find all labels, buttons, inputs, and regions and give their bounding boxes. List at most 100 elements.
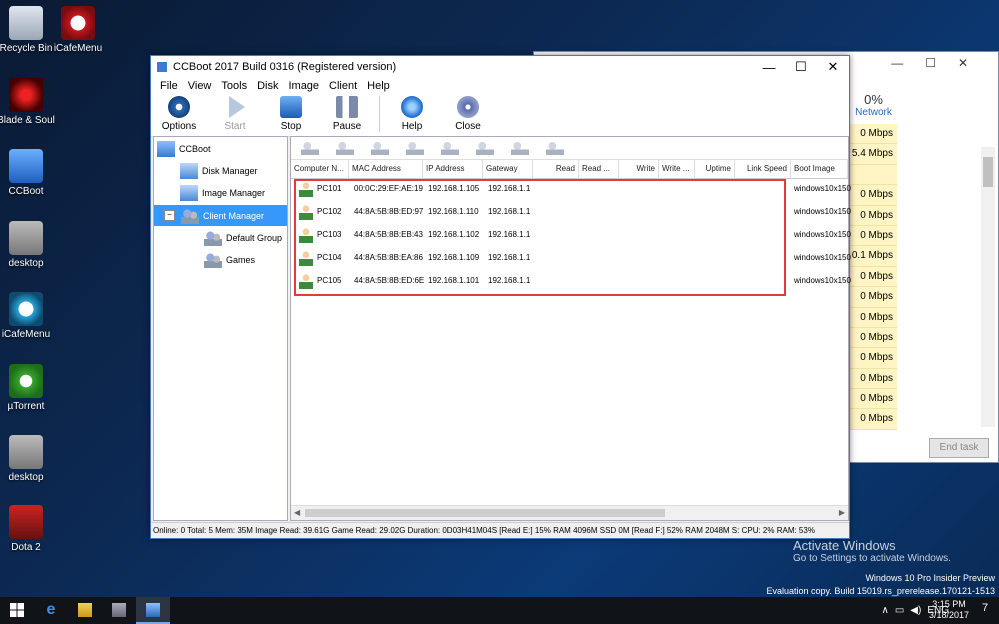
- users-icon: [181, 207, 199, 224]
- column-header[interactable]: MAC Address: [349, 160, 423, 178]
- start-button-windows[interactable]: [0, 597, 34, 624]
- network-cell: 0.1 Mbps: [850, 246, 897, 267]
- scroll-right-icon[interactable]: ▶: [839, 508, 845, 517]
- column-header[interactable]: Link Speed: [735, 160, 791, 178]
- tree-item-image-manager[interactable]: Image Manager: [180, 185, 265, 201]
- play-icon: [229, 96, 245, 118]
- wake-client-icon[interactable]: [511, 141, 529, 155]
- desktop-icon-desktop-1[interactable]: desktop: [0, 221, 56, 269]
- maximize-button[interactable]: ☐: [785, 59, 817, 75]
- desktop-icon-dota2[interactable]: Dota 2: [0, 505, 56, 553]
- minimize-button[interactable]: —: [753, 60, 785, 75]
- scroll-thumb[interactable]: [305, 509, 665, 517]
- desktop-icon-utorrent[interactable]: µTorrent: [0, 364, 56, 412]
- task-manager-window-controls[interactable]: —☐✕: [891, 56, 990, 70]
- activation-watermark: Activate Windows Go to Settings to activ…: [793, 538, 951, 564]
- edit-client-icon[interactable]: [336, 141, 354, 155]
- menu-client[interactable]: Client: [324, 78, 362, 94]
- volume-icon[interactable]: ◀): [910, 605, 921, 616]
- image-icon: [180, 185, 198, 201]
- tree-item-games[interactable]: Games: [204, 252, 255, 268]
- column-header[interactable]: Gateway: [483, 160, 533, 178]
- delete-client-icon[interactable]: [371, 141, 389, 155]
- column-header[interactable]: Read: [533, 160, 579, 178]
- options-button[interactable]: Options: [151, 96, 207, 132]
- client-panel: Computer N... MAC Address IP Address Gat…: [290, 136, 851, 521]
- network-header[interactable]: Network: [850, 107, 897, 118]
- cell-boot-image: windows10x150: [794, 184, 851, 193]
- network-cell: 0 Mbps: [850, 225, 897, 247]
- title-bar[interactable]: CCBoot 2017 Build 0316 (Registered versi…: [151, 56, 849, 78]
- shutdown-client-icon[interactable]: [546, 141, 564, 155]
- taskbar-edge[interactable]: e: [34, 597, 68, 624]
- column-header[interactable]: Write: [619, 160, 659, 178]
- menu-image[interactable]: Image: [283, 78, 324, 94]
- network-icon[interactable]: ▭: [895, 605, 904, 616]
- network-cell: 0 Mbps: [850, 124, 897, 145]
- taskbar-ccboot[interactable]: [136, 597, 170, 624]
- tree-item-client-manager[interactable]: − Client Manager: [154, 205, 287, 226]
- column-header[interactable]: Read ...: [579, 160, 619, 178]
- close-window-button[interactable]: ✕: [817, 59, 849, 75]
- collapse-icon[interactable]: −: [164, 210, 175, 221]
- close-button[interactable]: Close: [440, 96, 496, 132]
- enable-client-icon[interactable]: [406, 141, 424, 155]
- client-toolbar: [291, 137, 848, 160]
- menu-help[interactable]: Help: [362, 78, 395, 94]
- ccboot-window[interactable]: CCBoot 2017 Build 0316 (Registered versi…: [150, 55, 851, 539]
- clock[interactable]: 3:15 PM 3/18/2017: [929, 599, 969, 621]
- desktop-icon-icafemenu-2[interactable]: iCafeMenu: [0, 292, 56, 340]
- scroll-thumb[interactable]: [983, 157, 993, 187]
- users-icon: [204, 230, 222, 246]
- desktop-icon-blade-soul[interactable]: Blade & Soul: [0, 78, 56, 126]
- taskbar-task-manager[interactable]: [102, 597, 136, 624]
- add-client-icon[interactable]: [301, 141, 319, 155]
- column-header[interactable]: Computer N...: [291, 160, 349, 178]
- utorrent-icon: [9, 364, 43, 398]
- tree-item-default-group[interactable]: Default Group: [204, 230, 282, 246]
- network-cell: 0 Mbps: [850, 205, 897, 226]
- cell-boot-image: windows10x150: [794, 276, 851, 285]
- highlight-box: [294, 179, 786, 296]
- network-cell: 0 Mbps: [850, 287, 897, 308]
- desktop-icon-desktop-2[interactable]: desktop: [0, 435, 56, 483]
- help-button[interactable]: Help: [384, 96, 440, 132]
- stop-button[interactable]: Stop: [263, 96, 319, 132]
- column-header[interactable]: Uptime: [695, 160, 735, 178]
- desktop-icon-icafemenu[interactable]: iCafeMenu: [48, 6, 108, 54]
- scroll-left-icon[interactable]: ◀: [294, 508, 300, 517]
- tree-item-ccboot[interactable]: CCBoot: [157, 141, 211, 157]
- start-button[interactable]: Start: [207, 96, 263, 132]
- network-cell: 0 Mbps: [850, 368, 897, 390]
- column-header[interactable]: IP Address: [423, 160, 483, 178]
- blade-soul-icon: [9, 78, 43, 112]
- taskbar-file-explorer[interactable]: [68, 597, 102, 624]
- column-header[interactable]: Write ...: [659, 160, 695, 178]
- icafemenu-icon: [9, 292, 43, 326]
- network-cell: 0 Mbps: [850, 185, 897, 206]
- menu-view[interactable]: View: [183, 78, 217, 94]
- chevron-up-icon[interactable]: ∧: [882, 605, 889, 616]
- horizontal-scrollbar[interactable]: ◀ ▶: [291, 505, 848, 520]
- menu-tools[interactable]: Tools: [216, 78, 252, 94]
- desktop-icon-ccboot[interactable]: CCBoot: [0, 149, 56, 197]
- menu-file[interactable]: File: [155, 78, 183, 94]
- edge-icon: e: [46, 601, 56, 618]
- task-manager-scrollbar[interactable]: [981, 147, 995, 427]
- ccboot-icon: [157, 141, 175, 157]
- menu-disk[interactable]: Disk: [252, 78, 283, 94]
- end-task-button[interactable]: End task: [929, 438, 989, 458]
- network-cell: 5.4 Mbps: [850, 144, 897, 165]
- toolbar: Options Start Stop Pause Help Close: [151, 94, 849, 137]
- cell-boot-image: windows10x150: [794, 207, 851, 216]
- tree-item-disk-manager[interactable]: Disk Manager: [180, 163, 258, 179]
- column-header[interactable]: Boot Image: [791, 160, 848, 178]
- refresh-client-icon[interactable]: [476, 141, 494, 155]
- pause-button[interactable]: Pause: [319, 96, 375, 132]
- notification-center-icon[interactable]: 7: [977, 602, 993, 618]
- icafemenu-icon: [61, 6, 95, 40]
- task-manager-icon: [112, 603, 126, 617]
- gear-icon: [168, 96, 190, 118]
- network-cell: 0 Mbps: [850, 266, 897, 288]
- disable-client-icon[interactable]: [441, 141, 459, 155]
